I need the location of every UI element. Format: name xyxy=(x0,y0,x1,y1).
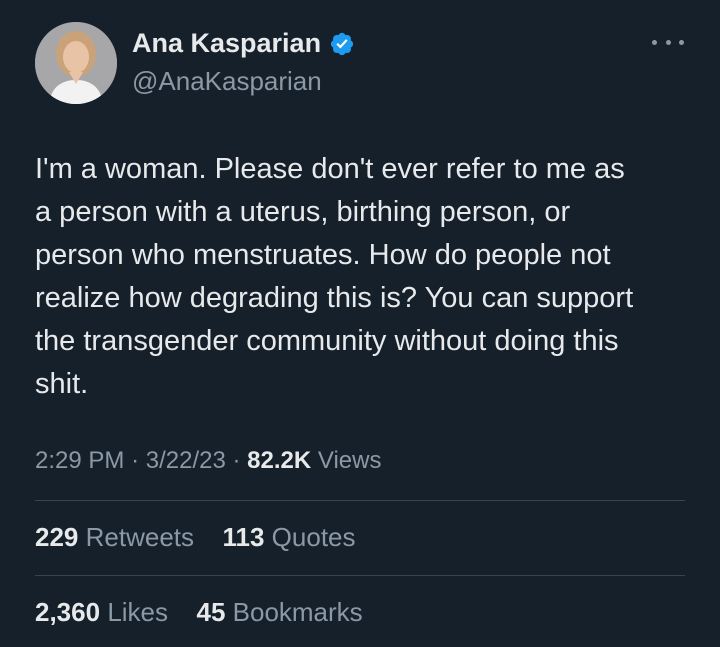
meta-separator: · xyxy=(131,447,140,474)
tweet-text-line: I'm a woman. Please don't ever refer to … xyxy=(35,153,625,185)
tweet-text: I'm a woman. Please don't ever refer to … xyxy=(35,148,695,406)
more-options-icon[interactable] xyxy=(652,32,684,52)
tweet-meta: 2:29 PM · 3/22/23 · 82.2K Views xyxy=(35,447,381,475)
retweets-label: Retweets xyxy=(85,522,195,552)
verified-badge-icon xyxy=(329,31,355,57)
quotes-label: Quotes xyxy=(271,522,356,552)
likes-link[interactable]: 2,360 Likes xyxy=(35,597,175,627)
engagement-row-shares: 229 Retweets 113 Quotes xyxy=(35,522,356,553)
avatar[interactable] xyxy=(35,22,117,104)
author-name-text: Ana Kasparian xyxy=(132,28,322,58)
author-handle[interactable]: @AnaKasparian xyxy=(132,66,322,97)
tweet-text-line: the transgender community without doing … xyxy=(35,325,619,357)
engagement-row-likes: 2,360 Likes 45 Bookmarks xyxy=(35,597,363,628)
divider xyxy=(35,575,685,576)
retweets-link[interactable]: 229 Retweets xyxy=(35,522,201,552)
author-name[interactable]: Ana Kasparian xyxy=(132,28,355,59)
bookmarks-link[interactable]: 45 Bookmarks xyxy=(196,597,362,627)
views-count: 82.2K xyxy=(247,447,312,474)
views-label: Views xyxy=(317,447,382,474)
tweet-text-line: shit. xyxy=(35,368,89,400)
bookmarks-count: 45 xyxy=(196,597,226,627)
retweets-count: 229 xyxy=(35,522,79,552)
divider xyxy=(35,500,685,501)
quotes-link[interactable]: 113 Quotes xyxy=(222,522,355,552)
likes-count: 2,360 xyxy=(35,597,101,627)
tweet-text-line: a person with a uterus, birthing person,… xyxy=(35,196,571,228)
tweet-text-line: person who menstruates. How do people no… xyxy=(35,239,611,271)
tweet-card: Ana Kasparian @AnaKasparian I'm a woman.… xyxy=(0,0,720,647)
tweet-time[interactable]: 2:29 PM xyxy=(35,447,124,474)
bookmarks-label: Bookmarks xyxy=(232,597,363,627)
likes-label: Likes xyxy=(107,597,169,627)
tweet-text-line: realize how degrading this is? You can s… xyxy=(35,282,634,314)
tweet-date[interactable]: 3/22/23 xyxy=(146,447,226,474)
meta-separator: · xyxy=(232,447,241,474)
profile-photo-icon xyxy=(35,22,117,104)
quotes-count: 113 xyxy=(222,522,265,552)
